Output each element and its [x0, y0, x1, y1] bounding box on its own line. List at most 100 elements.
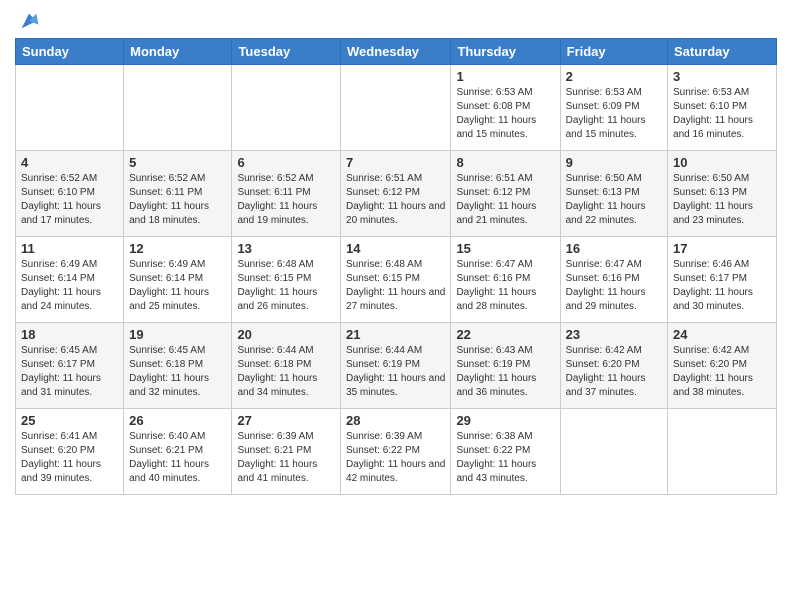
week-row-3: 11 Sunrise: 6:49 AM Sunset: 6:14 PM Dayli…: [16, 237, 777, 323]
day-number: 19: [129, 327, 226, 342]
day-info: Sunrise: 6:44 AM Sunset: 6:19 PM Dayligh…: [346, 344, 445, 400]
day-info: Sunrise: 6:52 AM Sunset: 6:11 PM Dayligh…: [237, 172, 335, 228]
day-cell: 6 Sunrise: 6:52 AM Sunset: 6:11 PM Daylig…: [232, 151, 341, 237]
day-info: Sunrise: 6:53 AM Sunset: 6:09 PM Dayligh…: [566, 86, 662, 142]
day-info: Sunrise: 6:52 AM Sunset: 6:10 PM Dayligh…: [21, 172, 118, 228]
day-info: Sunrise: 6:39 AM Sunset: 6:21 PM Dayligh…: [237, 430, 335, 486]
day-number: 10: [673, 155, 771, 170]
day-number: 12: [129, 241, 226, 256]
day-number: 20: [237, 327, 335, 342]
header-row: SundayMondayTuesdayWednesdayThursdayFrid…: [16, 39, 777, 65]
day-number: 27: [237, 413, 335, 428]
day-info: Sunrise: 6:48 AM Sunset: 6:15 PM Dayligh…: [346, 258, 445, 314]
column-header-friday: Friday: [560, 39, 667, 65]
day-cell: 24 Sunrise: 6:42 AM Sunset: 6:20 PM Dayli…: [668, 323, 777, 409]
day-info: Sunrise: 6:41 AM Sunset: 6:20 PM Dayligh…: [21, 430, 118, 486]
day-info: Sunrise: 6:42 AM Sunset: 6:20 PM Dayligh…: [566, 344, 662, 400]
day-cell: [668, 409, 777, 495]
day-number: 25: [21, 413, 118, 428]
day-cell: [16, 65, 124, 151]
day-info: Sunrise: 6:38 AM Sunset: 6:22 PM Dayligh…: [456, 430, 554, 486]
day-cell: [560, 409, 667, 495]
week-row-2: 4 Sunrise: 6:52 AM Sunset: 6:10 PM Daylig…: [16, 151, 777, 237]
day-number: 26: [129, 413, 226, 428]
day-cell: 20 Sunrise: 6:44 AM Sunset: 6:18 PM Dayli…: [232, 323, 341, 409]
week-row-1: 1Sunrise: 6:53 AM Sunset: 6:08 PM Daylig…: [16, 65, 777, 151]
day-number: 22: [456, 327, 554, 342]
day-number: 7: [346, 155, 445, 170]
day-cell: 5 Sunrise: 6:52 AM Sunset: 6:11 PM Daylig…: [124, 151, 232, 237]
day-number: 13: [237, 241, 335, 256]
day-info: Sunrise: 6:48 AM Sunset: 6:15 PM Dayligh…: [237, 258, 335, 314]
day-cell: 7 Sunrise: 6:51 AM Sunset: 6:12 PM Daylig…: [341, 151, 451, 237]
day-number: 5: [129, 155, 226, 170]
day-info: Sunrise: 6:45 AM Sunset: 6:18 PM Dayligh…: [129, 344, 226, 400]
day-cell: 21 Sunrise: 6:44 AM Sunset: 6:19 PM Dayli…: [341, 323, 451, 409]
day-info: Sunrise: 6:51 AM Sunset: 6:12 PM Dayligh…: [346, 172, 445, 228]
day-cell: 27 Sunrise: 6:39 AM Sunset: 6:21 PM Dayli…: [232, 409, 341, 495]
day-number: 24: [673, 327, 771, 342]
day-cell: [124, 65, 232, 151]
day-cell: 26 Sunrise: 6:40 AM Sunset: 6:21 PM Dayli…: [124, 409, 232, 495]
day-cell: 1Sunrise: 6:53 AM Sunset: 6:08 PM Daylig…: [451, 65, 560, 151]
day-number: 18: [21, 327, 118, 342]
day-number: 9: [566, 155, 662, 170]
day-info: Sunrise: 6:49 AM Sunset: 6:14 PM Dayligh…: [21, 258, 118, 314]
day-number: 3: [673, 69, 771, 84]
day-info: Sunrise: 6:47 AM Sunset: 6:16 PM Dayligh…: [566, 258, 662, 314]
day-cell: 25 Sunrise: 6:41 AM Sunset: 6:20 PM Dayli…: [16, 409, 124, 495]
logo: [15, 14, 40, 32]
logo-icon: [18, 10, 40, 32]
day-cell: 14 Sunrise: 6:48 AM Sunset: 6:15 PM Dayli…: [341, 237, 451, 323]
day-info: Sunrise: 6:47 AM Sunset: 6:16 PM Dayligh…: [456, 258, 554, 314]
week-row-5: 25 Sunrise: 6:41 AM Sunset: 6:20 PM Dayli…: [16, 409, 777, 495]
column-header-tuesday: Tuesday: [232, 39, 341, 65]
page: SundayMondayTuesdayWednesdayThursdayFrid…: [0, 0, 792, 612]
day-cell: 11 Sunrise: 6:49 AM Sunset: 6:14 PM Dayli…: [16, 237, 124, 323]
day-info: Sunrise: 6:43 AM Sunset: 6:19 PM Dayligh…: [456, 344, 554, 400]
day-number: 16: [566, 241, 662, 256]
day-cell: 28 Sunrise: 6:39 AM Sunset: 6:22 PM Dayli…: [341, 409, 451, 495]
day-cell: 23 Sunrise: 6:42 AM Sunset: 6:20 PM Dayli…: [560, 323, 667, 409]
day-info: Sunrise: 6:53 AM Sunset: 6:10 PM Dayligh…: [673, 86, 771, 142]
day-info: Sunrise: 6:53 AM Sunset: 6:08 PM Dayligh…: [456, 86, 554, 142]
column-header-sunday: Sunday: [16, 39, 124, 65]
column-header-wednesday: Wednesday: [341, 39, 451, 65]
day-number: 28: [346, 413, 445, 428]
day-cell: 13 Sunrise: 6:48 AM Sunset: 6:15 PM Dayli…: [232, 237, 341, 323]
day-cell: 17Sunrise: 6:46 AM Sunset: 6:17 PM Dayli…: [668, 237, 777, 323]
day-info: Sunrise: 6:42 AM Sunset: 6:20 PM Dayligh…: [673, 344, 771, 400]
day-number: 8: [456, 155, 554, 170]
day-cell: 10 Sunrise: 6:50 AM Sunset: 6:13 PM Dayli…: [668, 151, 777, 237]
day-cell: 16 Sunrise: 6:47 AM Sunset: 6:16 PM Dayli…: [560, 237, 667, 323]
day-number: 23: [566, 327, 662, 342]
day-cell: [341, 65, 451, 151]
day-cell: 29Sunrise: 6:38 AM Sunset: 6:22 PM Dayli…: [451, 409, 560, 495]
day-cell: 2Sunrise: 6:53 AM Sunset: 6:09 PM Daylig…: [560, 65, 667, 151]
day-cell: 4 Sunrise: 6:52 AM Sunset: 6:10 PM Daylig…: [16, 151, 124, 237]
day-info: Sunrise: 6:39 AM Sunset: 6:22 PM Dayligh…: [346, 430, 445, 486]
day-number: 21: [346, 327, 445, 342]
day-info: Sunrise: 6:45 AM Sunset: 6:17 PM Dayligh…: [21, 344, 118, 400]
day-cell: 18 Sunrise: 6:45 AM Sunset: 6:17 PM Dayli…: [16, 323, 124, 409]
day-info: Sunrise: 6:50 AM Sunset: 6:13 PM Dayligh…: [566, 172, 662, 228]
day-info: Sunrise: 6:44 AM Sunset: 6:18 PM Dayligh…: [237, 344, 335, 400]
day-info: Sunrise: 6:52 AM Sunset: 6:11 PM Dayligh…: [129, 172, 226, 228]
day-info: Sunrise: 6:49 AM Sunset: 6:14 PM Dayligh…: [129, 258, 226, 314]
day-cell: 3 Sunrise: 6:53 AM Sunset: 6:10 PM Daylig…: [668, 65, 777, 151]
column-header-thursday: Thursday: [451, 39, 560, 65]
day-number: 15: [456, 241, 554, 256]
day-cell: 8 Sunrise: 6:51 AM Sunset: 6:12 PM Daylig…: [451, 151, 560, 237]
day-cell: [232, 65, 341, 151]
day-info: Sunrise: 6:50 AM Sunset: 6:13 PM Dayligh…: [673, 172, 771, 228]
day-info: Sunrise: 6:51 AM Sunset: 6:12 PM Dayligh…: [456, 172, 554, 228]
day-number: 4: [21, 155, 118, 170]
day-number: 6: [237, 155, 335, 170]
day-info: Sunrise: 6:46 AM Sunset: 6:17 PM Dayligh…: [673, 258, 771, 314]
day-number: 14: [346, 241, 445, 256]
day-cell: 15 Sunrise: 6:47 AM Sunset: 6:16 PM Dayli…: [451, 237, 560, 323]
calendar: SundayMondayTuesdayWednesdayThursdayFrid…: [15, 38, 777, 495]
day-info: Sunrise: 6:40 AM Sunset: 6:21 PM Dayligh…: [129, 430, 226, 486]
day-number: 11: [21, 241, 118, 256]
day-cell: 19 Sunrise: 6:45 AM Sunset: 6:18 PM Dayli…: [124, 323, 232, 409]
